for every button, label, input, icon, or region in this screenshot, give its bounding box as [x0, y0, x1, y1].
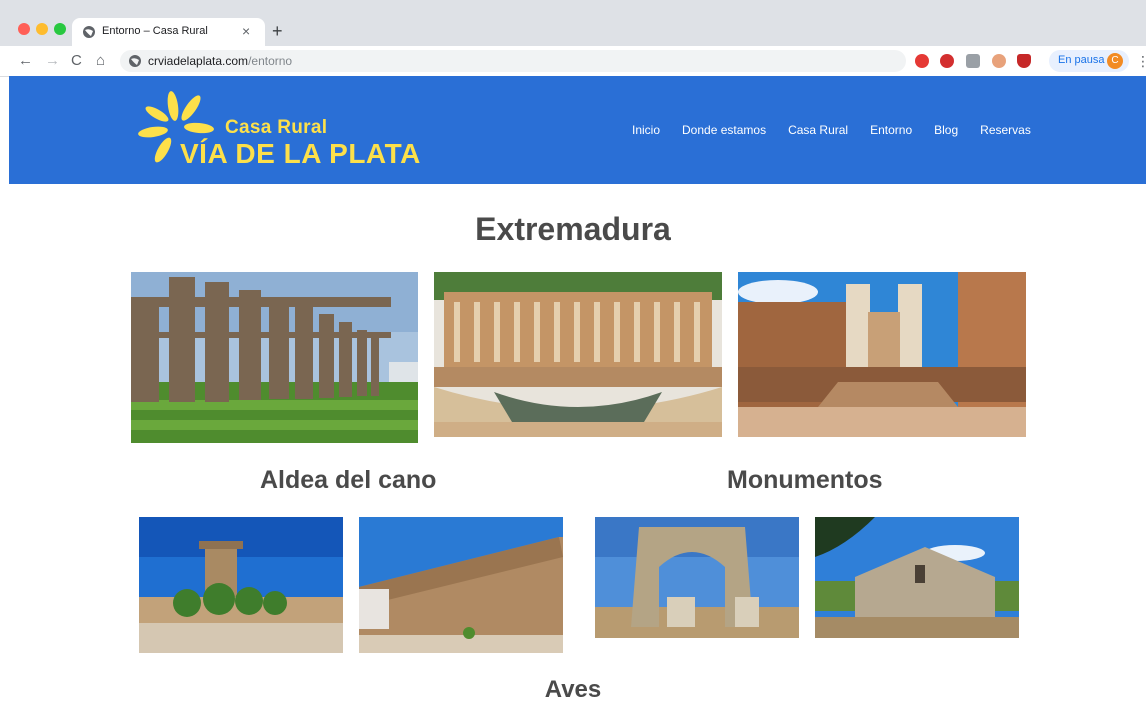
nav-item-casa-rural[interactable]: Casa Rural [788, 123, 848, 137]
extension-abp-icon[interactable] [940, 54, 954, 68]
address-bar[interactable]: crviadelaplata.com/entorno [120, 50, 906, 72]
photo-aldea-tower[interactable] [139, 517, 343, 653]
reload-icon[interactable]: C [71, 51, 82, 71]
avatar: C [1107, 53, 1123, 69]
browser-tab-bar: Entorno – Casa Rural × + [0, 0, 1146, 46]
logo-text-via-de-la-plata[interactable]: VÍA DE LA PLATA [180, 138, 421, 170]
tab-title: Entorno – Casa Rural [102, 25, 208, 37]
tab-close-icon[interactable]: × [242, 23, 250, 39]
forward-arrow-icon[interactable]: → [45, 51, 60, 71]
main-nav: Inicio Donde estamos Casa Rural Entorno … [632, 123, 1031, 137]
site-header: Casa Rural VÍA DE LA PLATA Inicio Donde … [9, 76, 1146, 184]
browser-tab-active[interactable]: Entorno – Casa Rural × [72, 18, 265, 46]
window-minimize-button[interactable] [36, 23, 48, 35]
url-host: crviadelaplata.com [148, 54, 249, 68]
profile-status: En pausa [1058, 54, 1105, 66]
window-maximize-button[interactable] [54, 23, 66, 35]
nav-item-inicio[interactable]: Inicio [632, 123, 660, 137]
nav-item-blog[interactable]: Blog [934, 123, 958, 137]
window-close-button[interactable] [18, 23, 30, 35]
globe-icon [83, 26, 95, 38]
section-title-aves: Aves [544, 676, 602, 703]
photo-roman-arch[interactable] [595, 517, 799, 638]
photo-stone-church[interactable] [815, 517, 1019, 638]
nav-item-donde-estamos[interactable]: Donde estamos [682, 123, 766, 137]
extension-color-icon[interactable] [992, 54, 1006, 68]
site-info-icon[interactable] [128, 54, 142, 68]
nav-item-entorno[interactable]: Entorno [870, 123, 912, 137]
profile-button[interactable]: En pausa C [1049, 50, 1129, 72]
browser-menu-icon[interactable]: ⋮ [1136, 52, 1146, 70]
logo-text-casa-rural[interactable]: Casa Rural [225, 117, 327, 139]
home-icon[interactable]: ⌂ [96, 51, 105, 71]
photo-aldea-wall[interactable] [359, 517, 563, 653]
nav-item-reservas[interactable]: Reservas [980, 123, 1031, 137]
new-tab-button[interactable]: + [272, 20, 283, 42]
browser-toolbar: ← → C ⌂ crviadelaplata.com/entorno En pa… [0, 46, 1146, 77]
url-path: /entorno [248, 54, 293, 68]
photo-roman-theatre[interactable] [434, 272, 722, 437]
photo-aqueduct[interactable] [131, 272, 418, 443]
back-arrow-icon[interactable]: ← [18, 51, 33, 71]
photo-caceres-plaza[interactable] [738, 272, 1026, 437]
section-title-aldea-del-cano: Aldea del cano [260, 466, 437, 494]
url-text: crviadelaplata.com/entorno [148, 54, 292, 68]
section-title-monumentos: Monumentos [727, 466, 883, 494]
extension-ublock-icon[interactable] [1017, 54, 1031, 68]
section-title-extremadura: Extremadura [475, 211, 671, 247]
extension-chat-icon[interactable] [966, 54, 980, 68]
extension-adblock-icon[interactable] [915, 54, 929, 68]
